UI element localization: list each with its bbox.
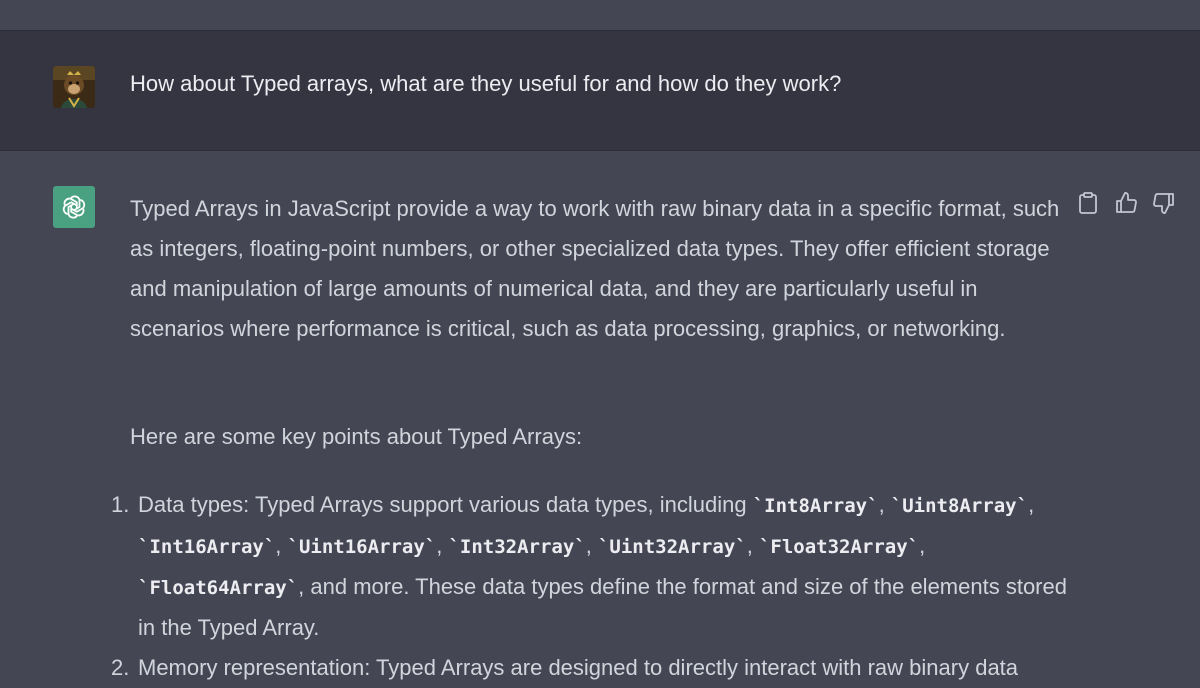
separator: , — [746, 533, 759, 558]
monkey-avatar-icon — [53, 66, 95, 108]
list-item-text: Data types: Typed Arrays support various… — [138, 492, 753, 517]
user-message: How about Typed arrays, what are they us… — [0, 30, 1200, 151]
code-int8array: `Int8Array` — [752, 495, 879, 517]
assistant-message: Typed Arrays in JavaScript provide a way… — [0, 151, 1200, 680]
code-uint8array: `Uint8Array` — [890, 495, 1029, 517]
clipboard-icon — [1079, 192, 1097, 214]
thumbs-down-button[interactable] — [1151, 189, 1177, 217]
list-item-number: 1. — [111, 492, 130, 517]
message-actions — [1075, 189, 1177, 217]
top-bar — [0, 0, 1200, 30]
code-float64array: `Float64Array` — [138, 577, 299, 599]
separator: , — [919, 533, 926, 558]
list-item-text: Memory representation: Typed Arrays are … — [138, 655, 1019, 680]
list-item: 1. Data types: Typed Arrays support vari… — [111, 485, 1070, 648]
separator: , — [1028, 492, 1035, 517]
copy-button[interactable] — [1075, 189, 1101, 217]
response-paragraph-1: Typed Arrays in JavaScript provide a way… — [130, 196, 1060, 341]
user-message-text: How about Typed arrays, what are they us… — [130, 71, 842, 96]
code-uint16array: `Uint16Array` — [287, 536, 437, 558]
openai-logo-icon — [53, 186, 95, 228]
assistant-response: Typed Arrays in JavaScript provide a way… — [111, 189, 1070, 688]
separator: , — [275, 533, 288, 558]
list-item: 2. Memory representation: Typed Arrays a… — [111, 648, 1070, 688]
separator: , — [585, 533, 598, 558]
code-int32array: `Int32Array` — [448, 536, 586, 558]
list-item-number: 2. — [111, 655, 130, 680]
thumbs-up-icon — [1116, 192, 1137, 213]
code-int16array: `Int16Array` — [138, 536, 276, 558]
thumbs-down-icon — [1153, 193, 1174, 214]
code-uint32array: `Uint32Array` — [597, 536, 747, 558]
separator: , — [878, 492, 891, 517]
code-float32array: `Float32Array` — [758, 536, 920, 558]
response-paragraph-2: Here are some key points about Typed Arr… — [130, 424, 583, 449]
thumbs-up-button[interactable] — [1113, 189, 1139, 217]
separator: , — [436, 533, 449, 558]
user-avatar — [53, 66, 95, 108]
